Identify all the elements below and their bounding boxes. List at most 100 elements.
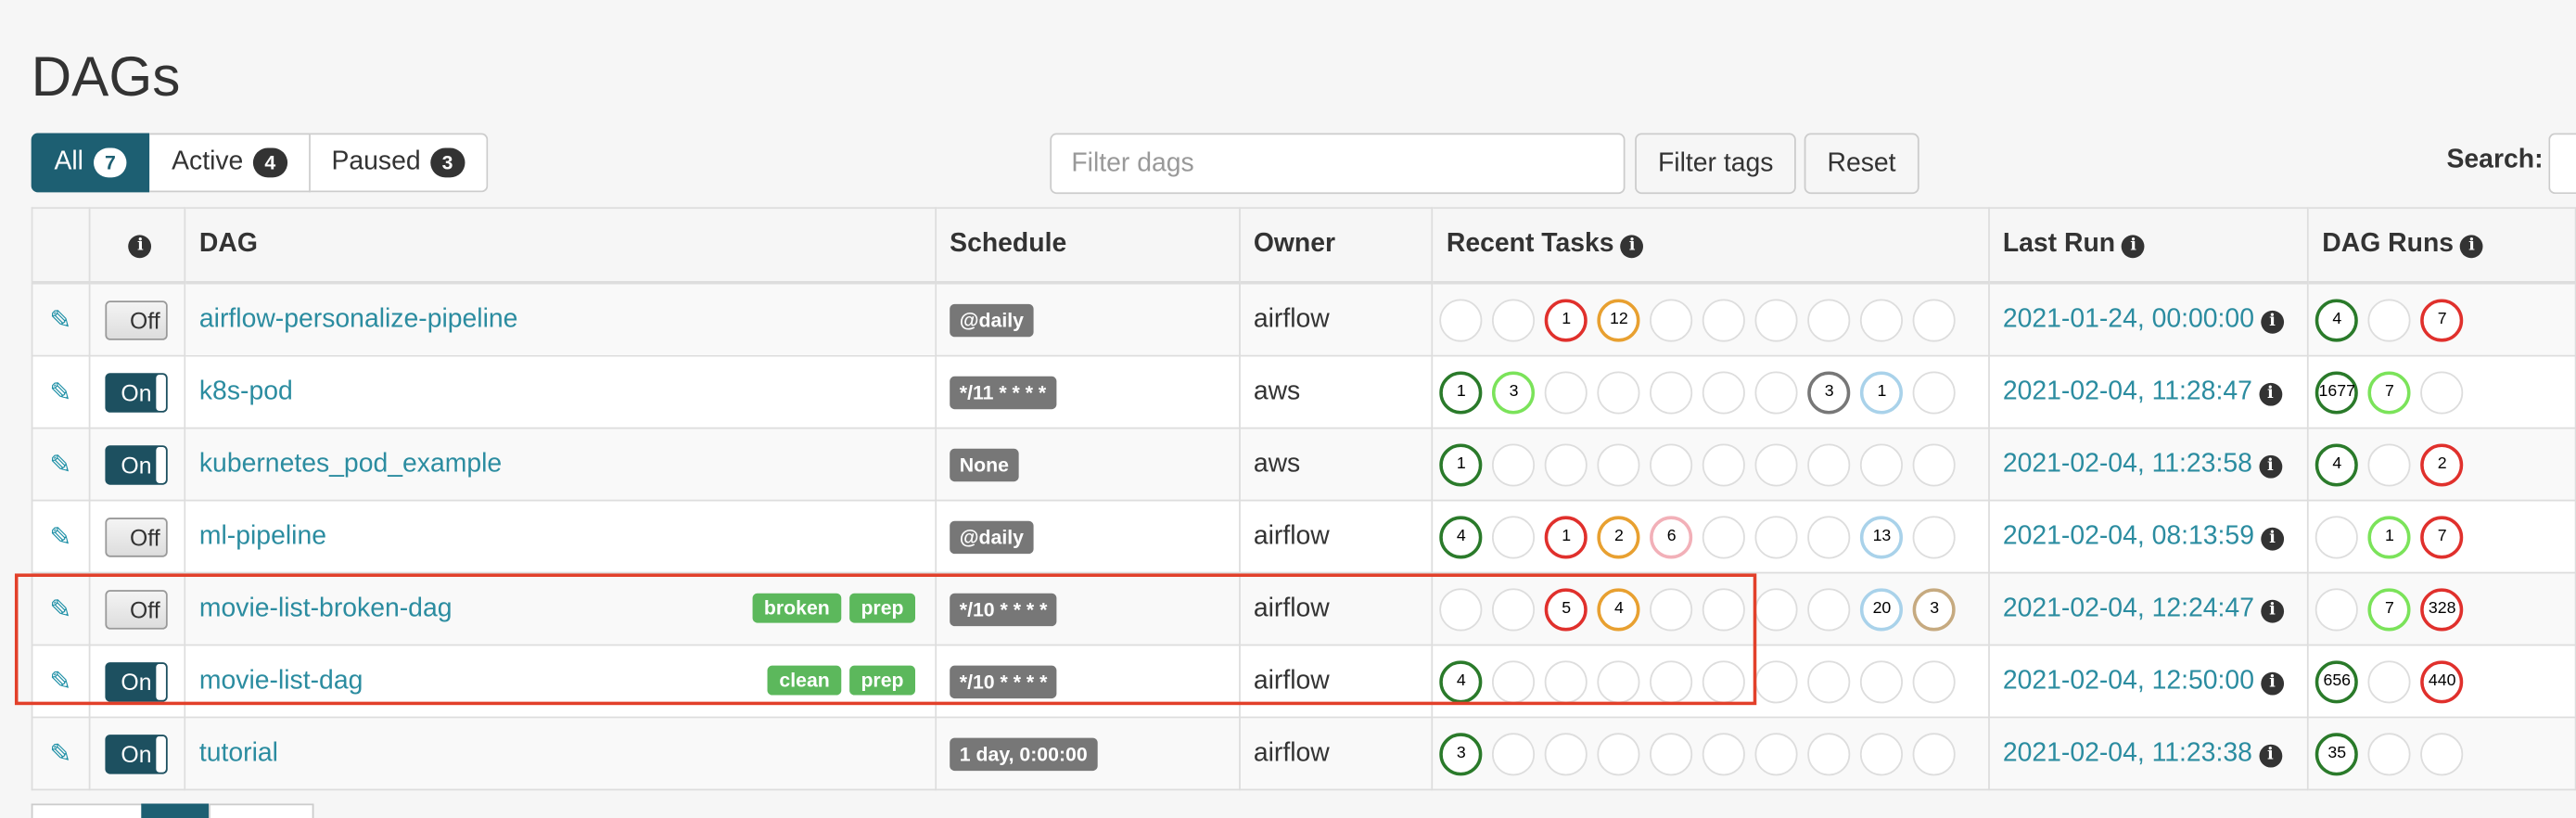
last-run-link[interactable]: 2021-02-04, 11:28:47 — [2003, 377, 2252, 405]
dag-tag[interactable]: clean — [767, 665, 842, 696]
task-state-circle[interactable] — [1650, 442, 1693, 486]
task-state-circle[interactable]: 6 — [1650, 515, 1693, 558]
header-schedule[interactable]: Schedule — [935, 207, 1241, 285]
task-state-circle[interactable] — [1754, 732, 1799, 775]
last-run-link[interactable]: 2021-01-24, 00:00:00 — [2003, 305, 2254, 333]
task-state-circle[interactable] — [1650, 587, 1693, 631]
info-icon[interactable]: i — [2261, 598, 2284, 622]
task-state-circle[interactable]: 3 — [1439, 732, 1483, 775]
task-state-circle[interactable] — [1439, 587, 1483, 631]
info-icon[interactable]: i — [2258, 381, 2282, 405]
task-state-circle[interactable] — [1702, 659, 1746, 703]
info-icon[interactable]: i — [2261, 526, 2284, 550]
run-state-circle[interactable]: 7 — [2367, 370, 2411, 414]
filter-active-button[interactable]: Active 4 — [150, 133, 311, 193]
task-state-circle[interactable]: 2 — [1597, 515, 1640, 558]
run-state-circle[interactable]: 7 — [2420, 298, 2464, 341]
task-state-circle[interactable]: 4 — [1439, 515, 1483, 558]
run-state-circle[interactable]: 1677 — [2315, 370, 2359, 414]
run-state-circle[interactable]: 656 — [2315, 659, 2359, 703]
task-state-circle[interactable] — [1913, 515, 1957, 558]
task-state-circle[interactable]: 1 — [1439, 442, 1483, 486]
task-state-circle[interactable] — [1597, 442, 1640, 486]
task-state-circle[interactable] — [1492, 732, 1536, 775]
dag-link[interactable]: airflow-personalize-pipeline — [199, 305, 518, 333]
info-icon[interactable]: i — [2258, 743, 2282, 767]
filter-paused-button[interactable]: Paused 3 — [310, 133, 488, 193]
dag-tag[interactable]: prep — [849, 593, 915, 623]
run-state-circle[interactable]: 4 — [2315, 298, 2359, 341]
dag-link[interactable]: ml-pipeline — [199, 522, 326, 550]
task-state-circle[interactable] — [1860, 732, 1904, 775]
run-state-circle[interactable] — [2367, 442, 2411, 486]
task-state-circle[interactable] — [1492, 587, 1536, 631]
dag-link[interactable]: k8s-pod — [199, 377, 293, 405]
dag-tag[interactable]: broken — [752, 593, 842, 623]
edit-icon[interactable]: ✎ — [49, 740, 71, 768]
info-icon[interactable]: i — [1620, 235, 1644, 259]
dag-tag[interactable]: prep — [849, 665, 915, 696]
last-run-link[interactable]: 2021-02-04, 11:23:58 — [2003, 450, 2252, 478]
task-state-circle[interactable] — [1650, 732, 1693, 775]
dag-link[interactable]: movie-list-broken-dag — [199, 594, 453, 622]
run-state-circle[interactable] — [2367, 732, 2411, 775]
header-dag[interactable]: DAG — [184, 207, 937, 285]
task-state-circle[interactable] — [1702, 298, 1746, 341]
info-icon[interactable]: i — [128, 235, 152, 259]
task-state-circle[interactable] — [1913, 442, 1957, 486]
task-state-circle[interactable] — [1807, 515, 1851, 558]
task-state-circle[interactable] — [1913, 732, 1957, 775]
task-state-circle[interactable]: 3 — [1913, 587, 1957, 631]
last-run-link[interactable]: 2021-02-04, 08:13:59 — [2003, 522, 2254, 550]
run-state-circle[interactable]: 4 — [2315, 442, 2359, 486]
task-state-circle[interactable] — [1860, 659, 1904, 703]
dag-link[interactable]: kubernetes_pod_example — [199, 450, 502, 478]
dag-link[interactable]: movie-list-dag — [199, 667, 363, 695]
task-state-circle[interactable] — [1754, 442, 1799, 486]
info-icon[interactable]: i — [2261, 671, 2284, 695]
task-state-circle[interactable] — [1754, 370, 1799, 414]
run-state-circle[interactable]: 1 — [2367, 515, 2411, 558]
dag-link[interactable]: tutorial — [199, 739, 278, 767]
task-state-circle[interactable]: 1 — [1860, 370, 1904, 414]
task-state-circle[interactable]: 20 — [1860, 587, 1904, 631]
run-state-circle[interactable] — [2315, 587, 2359, 631]
last-run-link[interactable]: 2021-02-04, 12:50:00 — [2003, 667, 2254, 695]
pause-toggle[interactable]: Off — [106, 517, 169, 556]
edit-icon[interactable]: ✎ — [49, 451, 71, 479]
pagination-page-button[interactable] — [141, 803, 210, 818]
task-state-circle[interactable]: 12 — [1597, 298, 1640, 341]
pagination-next-button[interactable] — [209, 803, 314, 818]
task-state-circle[interactable] — [1492, 298, 1536, 341]
run-state-circle[interactable] — [2315, 515, 2359, 558]
edit-icon[interactable]: ✎ — [49, 595, 71, 623]
task-state-circle[interactable]: 4 — [1597, 587, 1640, 631]
run-state-circle[interactable]: 440 — [2420, 659, 2464, 703]
filter-dags-input[interactable] — [1050, 133, 1626, 195]
task-state-circle[interactable] — [1492, 515, 1536, 558]
run-state-circle[interactable]: 328 — [2420, 587, 2464, 631]
task-state-circle[interactable] — [1754, 298, 1799, 341]
task-state-circle[interactable] — [1702, 515, 1746, 558]
task-state-circle[interactable] — [1439, 298, 1483, 341]
task-state-circle[interactable] — [1913, 659, 1957, 703]
info-icon[interactable]: i — [2122, 235, 2146, 259]
task-state-circle[interactable] — [1597, 370, 1640, 414]
last-run-link[interactable]: 2021-02-04, 11:23:38 — [2003, 739, 2252, 767]
run-state-circle[interactable]: 2 — [2420, 442, 2464, 486]
task-state-circle[interactable]: 3 — [1492, 370, 1536, 414]
task-state-circle[interactable] — [1545, 659, 1588, 703]
task-state-circle[interactable] — [1807, 442, 1851, 486]
task-state-circle[interactable]: 4 — [1439, 659, 1483, 703]
info-icon[interactable]: i — [2258, 454, 2282, 478]
task-state-circle[interactable] — [1492, 659, 1536, 703]
task-state-circle[interactable] — [1807, 732, 1851, 775]
task-state-circle[interactable] — [1807, 298, 1851, 341]
task-state-circle[interactable]: 13 — [1860, 515, 1904, 558]
pause-toggle[interactable]: On — [106, 734, 169, 773]
filter-all-button[interactable]: All 7 — [31, 133, 151, 193]
task-state-circle[interactable] — [1702, 732, 1746, 775]
task-state-circle[interactable] — [1650, 659, 1693, 703]
task-state-circle[interactable] — [1754, 659, 1799, 703]
task-state-circle[interactable] — [1492, 442, 1536, 486]
